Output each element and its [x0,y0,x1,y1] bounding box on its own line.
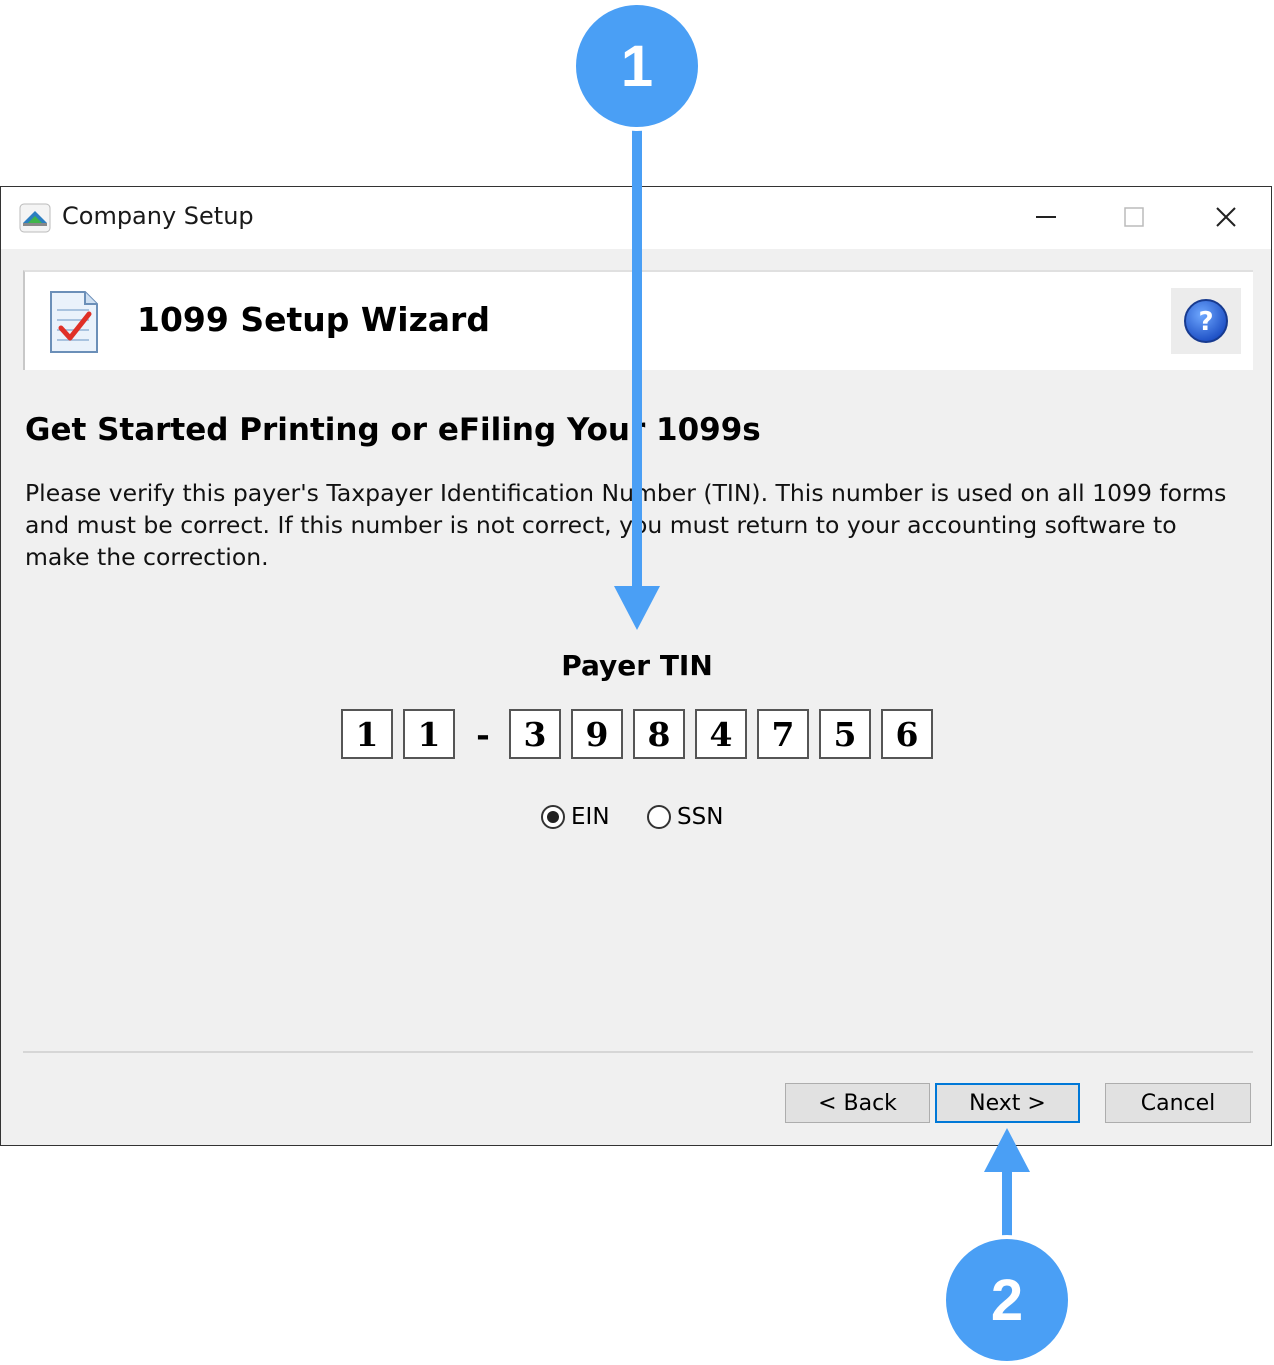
tin-digit-box: 3 [509,709,561,759]
maximize-button[interactable] [1089,187,1179,247]
tin-digit-box: 5 [819,709,871,759]
help-button[interactable]: ? [1171,288,1241,354]
minimize-icon [1036,216,1056,218]
back-button[interactable]: < Back [785,1083,930,1123]
tin-digit-box: 1 [403,709,455,759]
next-button[interactable]: Next > [935,1083,1080,1123]
tin-digit-box: 9 [571,709,623,759]
minimize-button[interactable] [1001,187,1091,247]
tin-digit-box: 4 [695,709,747,759]
title-bar: Company Setup [1,187,1271,249]
close-icon [1216,207,1236,227]
tin-digit-box: 7 [757,709,809,759]
tin-separator: - [476,714,490,754]
radio-ssn-label: SSN [677,804,724,830]
tin-digit-box: 8 [633,709,685,759]
radio-ssn[interactable]: SSN [647,801,723,833]
page-heading: Get Started Printing or eFiling Your 109… [25,412,761,448]
close-button[interactable] [1181,187,1271,247]
svg-text:?: ? [1198,307,1213,337]
callout-2: 2 [942,1128,1072,1365]
callout-1-number: 1 [621,34,653,99]
callout-2-number: 2 [991,1268,1023,1333]
maximize-icon [1124,207,1144,227]
payer-tin-label: Payer TIN [561,649,713,682]
wizard-title: 1099 Setup Wizard [137,300,490,339]
radio-ein-label: EIN [571,804,610,830]
tin-digit-box: 6 [881,709,933,759]
wizard-header: 1099 Setup Wizard ? [23,270,1253,370]
help-icon: ? [1184,299,1228,343]
checklist-document-icon [50,291,98,353]
cancel-button[interactable]: Cancel [1105,1083,1251,1123]
radio-ssn-circle[interactable] [647,805,671,829]
app-icon [19,203,51,233]
radio-ein[interactable]: EIN [541,801,610,833]
company-setup-window: Company Setup 1099 Setup Wizard ? Get St… [0,186,1272,1146]
tin-digit-box: 1 [341,709,393,759]
footer-divider [23,1051,1253,1053]
radio-ein-circle[interactable] [541,805,565,829]
window-title: Company Setup [62,202,254,230]
page-description: Please verify this payer's Taxpayer Iden… [25,479,1227,571]
